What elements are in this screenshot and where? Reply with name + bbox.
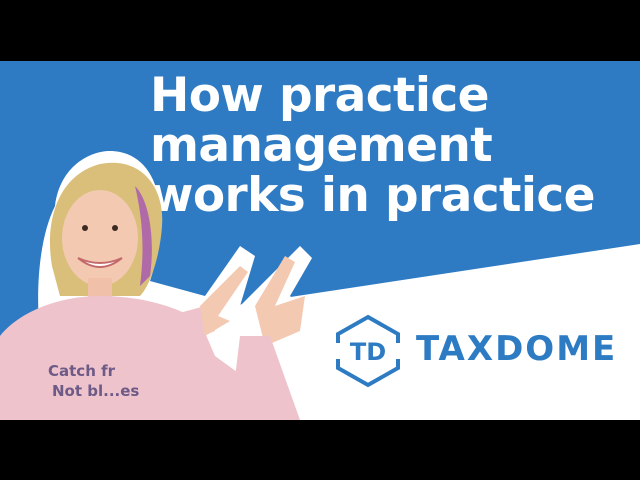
presenter-photo: Catch fr Not bl...es [0,151,312,420]
thumbnail: How practice management works in practic… [0,0,640,480]
shirt-print-line-2: Not bl...es [52,382,139,400]
taxdome-logo: TD TAXDOME [330,313,620,389]
headline-line-1: How practice [150,68,490,123]
hexagon-logo-icon: TD [332,314,404,388]
logo-wordmark: TAXDOME [416,329,618,369]
logo-monogram: TD [350,338,386,366]
shirt-print-line-1: Catch fr [48,362,116,380]
image-frame: How practice management works in practic… [0,61,640,420]
